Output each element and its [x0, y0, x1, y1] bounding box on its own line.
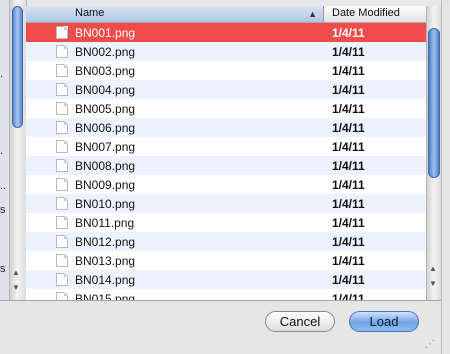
png-file-icon [56, 235, 68, 248]
table-row[interactable]: BN001.png 1/4/11 [26, 23, 426, 42]
file-name: BN011.png [75, 216, 135, 230]
window-edge [441, 0, 450, 354]
file-date-modified: 1/4/11 [332, 292, 365, 300]
table-row[interactable]: BN006.png 1/4/11 [26, 118, 426, 137]
scroll-up-arrow-icon[interactable]: ▲ [429, 264, 437, 273]
table-row[interactable]: BN007.png 1/4/11 [26, 137, 426, 156]
file-date-modified: 1/4/11 [332, 178, 365, 192]
column-header-name[interactable]: Name ▲ [26, 6, 324, 22]
sidebar-fragment: .. [0, 180, 7, 192]
file-date-modified: 1/4/11 [332, 45, 365, 59]
sidebar-scrollbar[interactable]: ▲ ▼ [9, 0, 27, 300]
table-row[interactable]: BN013.png 1/4/11 [26, 251, 426, 270]
sidebar-fragment: . [0, 68, 4, 80]
file-date-modified: 1/4/11 [332, 83, 365, 97]
png-file-icon [56, 83, 68, 96]
png-file-icon [56, 45, 68, 58]
png-file-icon [56, 273, 68, 286]
sidebar-fragment: s [0, 263, 6, 275]
list-header: Name ▲ Date Modified [26, 6, 426, 23]
table-row[interactable]: BN014.png 1/4/11 [26, 270, 426, 289]
list-rows: BN001.png 1/4/11 BN002.png 1/4/11 BN003.png 1… [26, 23, 426, 300]
png-file-icon [56, 102, 68, 115]
table-row[interactable]: BN002.png 1/4/11 [26, 42, 426, 61]
table-row[interactable]: BN010.png 1/4/11 [26, 194, 426, 213]
table-row[interactable]: BN003.png 1/4/11 [26, 61, 426, 80]
file-name: BN007.png [75, 140, 136, 154]
column-header-name-label: Name [75, 7, 105, 19]
file-name: BN005.png [75, 102, 136, 116]
resize-grip-icon[interactable]: ⋰ [425, 339, 435, 350]
file-date-modified: 1/4/11 [332, 64, 365, 78]
scroll-down-arrow-icon[interactable]: ▼ [12, 283, 20, 292]
file-name: BN013.png [75, 254, 136, 268]
png-file-icon [56, 197, 68, 210]
file-list[interactable]: Name ▲ Date Modified BN001.png 1/4/11 BN00… [26, 6, 426, 300]
sort-ascending-icon: ▲ [308, 9, 317, 19]
table-row[interactable]: BN015.png 1/4/11 [26, 289, 426, 300]
column-header-date[interactable]: Date Modified [324, 6, 426, 22]
png-file-icon [56, 292, 68, 300]
table-row[interactable]: BN005.png 1/4/11 [26, 99, 426, 118]
file-date-modified: 1/4/11 [332, 26, 365, 40]
load-button[interactable]: Load [349, 311, 419, 332]
table-row[interactable]: BN004.png 1/4/11 [26, 80, 426, 99]
png-file-icon [56, 64, 68, 77]
png-file-icon [56, 216, 68, 229]
file-name: BN014.png [75, 273, 136, 287]
file-name: BN009.png [75, 178, 136, 192]
file-list-scrollbar[interactable]: ▲ ▼ [426, 6, 441, 300]
png-file-icon [56, 178, 68, 191]
file-name: BN008.png [75, 159, 136, 173]
file-name: BN002.png [75, 45, 136, 59]
file-name: BN010.png [75, 197, 136, 211]
scroll-up-arrow-icon[interactable]: ▲ [12, 268, 20, 277]
png-file-icon [56, 26, 68, 39]
sidebar: . . .. s s ▲ ▼ [0, 0, 27, 300]
file-name: BN006.png [75, 121, 136, 135]
file-name: BN001.png [75, 26, 136, 40]
file-date-modified: 1/4/11 [332, 216, 365, 230]
file-date-modified: 1/4/11 [332, 235, 365, 249]
png-file-icon [56, 159, 68, 172]
file-list-scroll-thumb[interactable] [428, 28, 440, 178]
png-file-icon [56, 254, 68, 267]
file-date-modified: 1/4/11 [332, 140, 365, 154]
dialog-button-bar: Cancel Load ⋰ [0, 300, 441, 354]
file-name: BN003.png [75, 64, 136, 78]
file-name: BN004.png [75, 83, 136, 97]
file-name: BN012.png [75, 235, 136, 249]
scroll-down-arrow-icon[interactable]: ▼ [429, 279, 437, 288]
table-row[interactable]: BN008.png 1/4/11 [26, 156, 426, 175]
file-date-modified: 1/4/11 [332, 254, 365, 268]
file-date-modified: 1/4/11 [332, 159, 365, 173]
file-date-modified: 1/4/11 [332, 273, 365, 287]
sidebar-fragment: s [0, 204, 6, 216]
sidebar-scroll-thumb[interactable] [12, 6, 23, 128]
png-file-icon [56, 140, 68, 153]
cancel-button[interactable]: Cancel [265, 311, 335, 332]
table-row[interactable]: BN009.png 1/4/11 [26, 175, 426, 194]
png-file-icon [56, 121, 68, 134]
file-date-modified: 1/4/11 [332, 197, 365, 211]
column-header-date-label: Date Modified [332, 7, 400, 19]
file-date-modified: 1/4/11 [332, 121, 365, 135]
table-row[interactable]: BN012.png 1/4/11 [26, 232, 426, 251]
file-date-modified: 1/4/11 [332, 102, 365, 116]
sidebar-fragment: . [0, 145, 4, 157]
file-name: BN015.png [75, 292, 136, 300]
table-row[interactable]: BN011.png 1/4/11 [26, 213, 426, 232]
